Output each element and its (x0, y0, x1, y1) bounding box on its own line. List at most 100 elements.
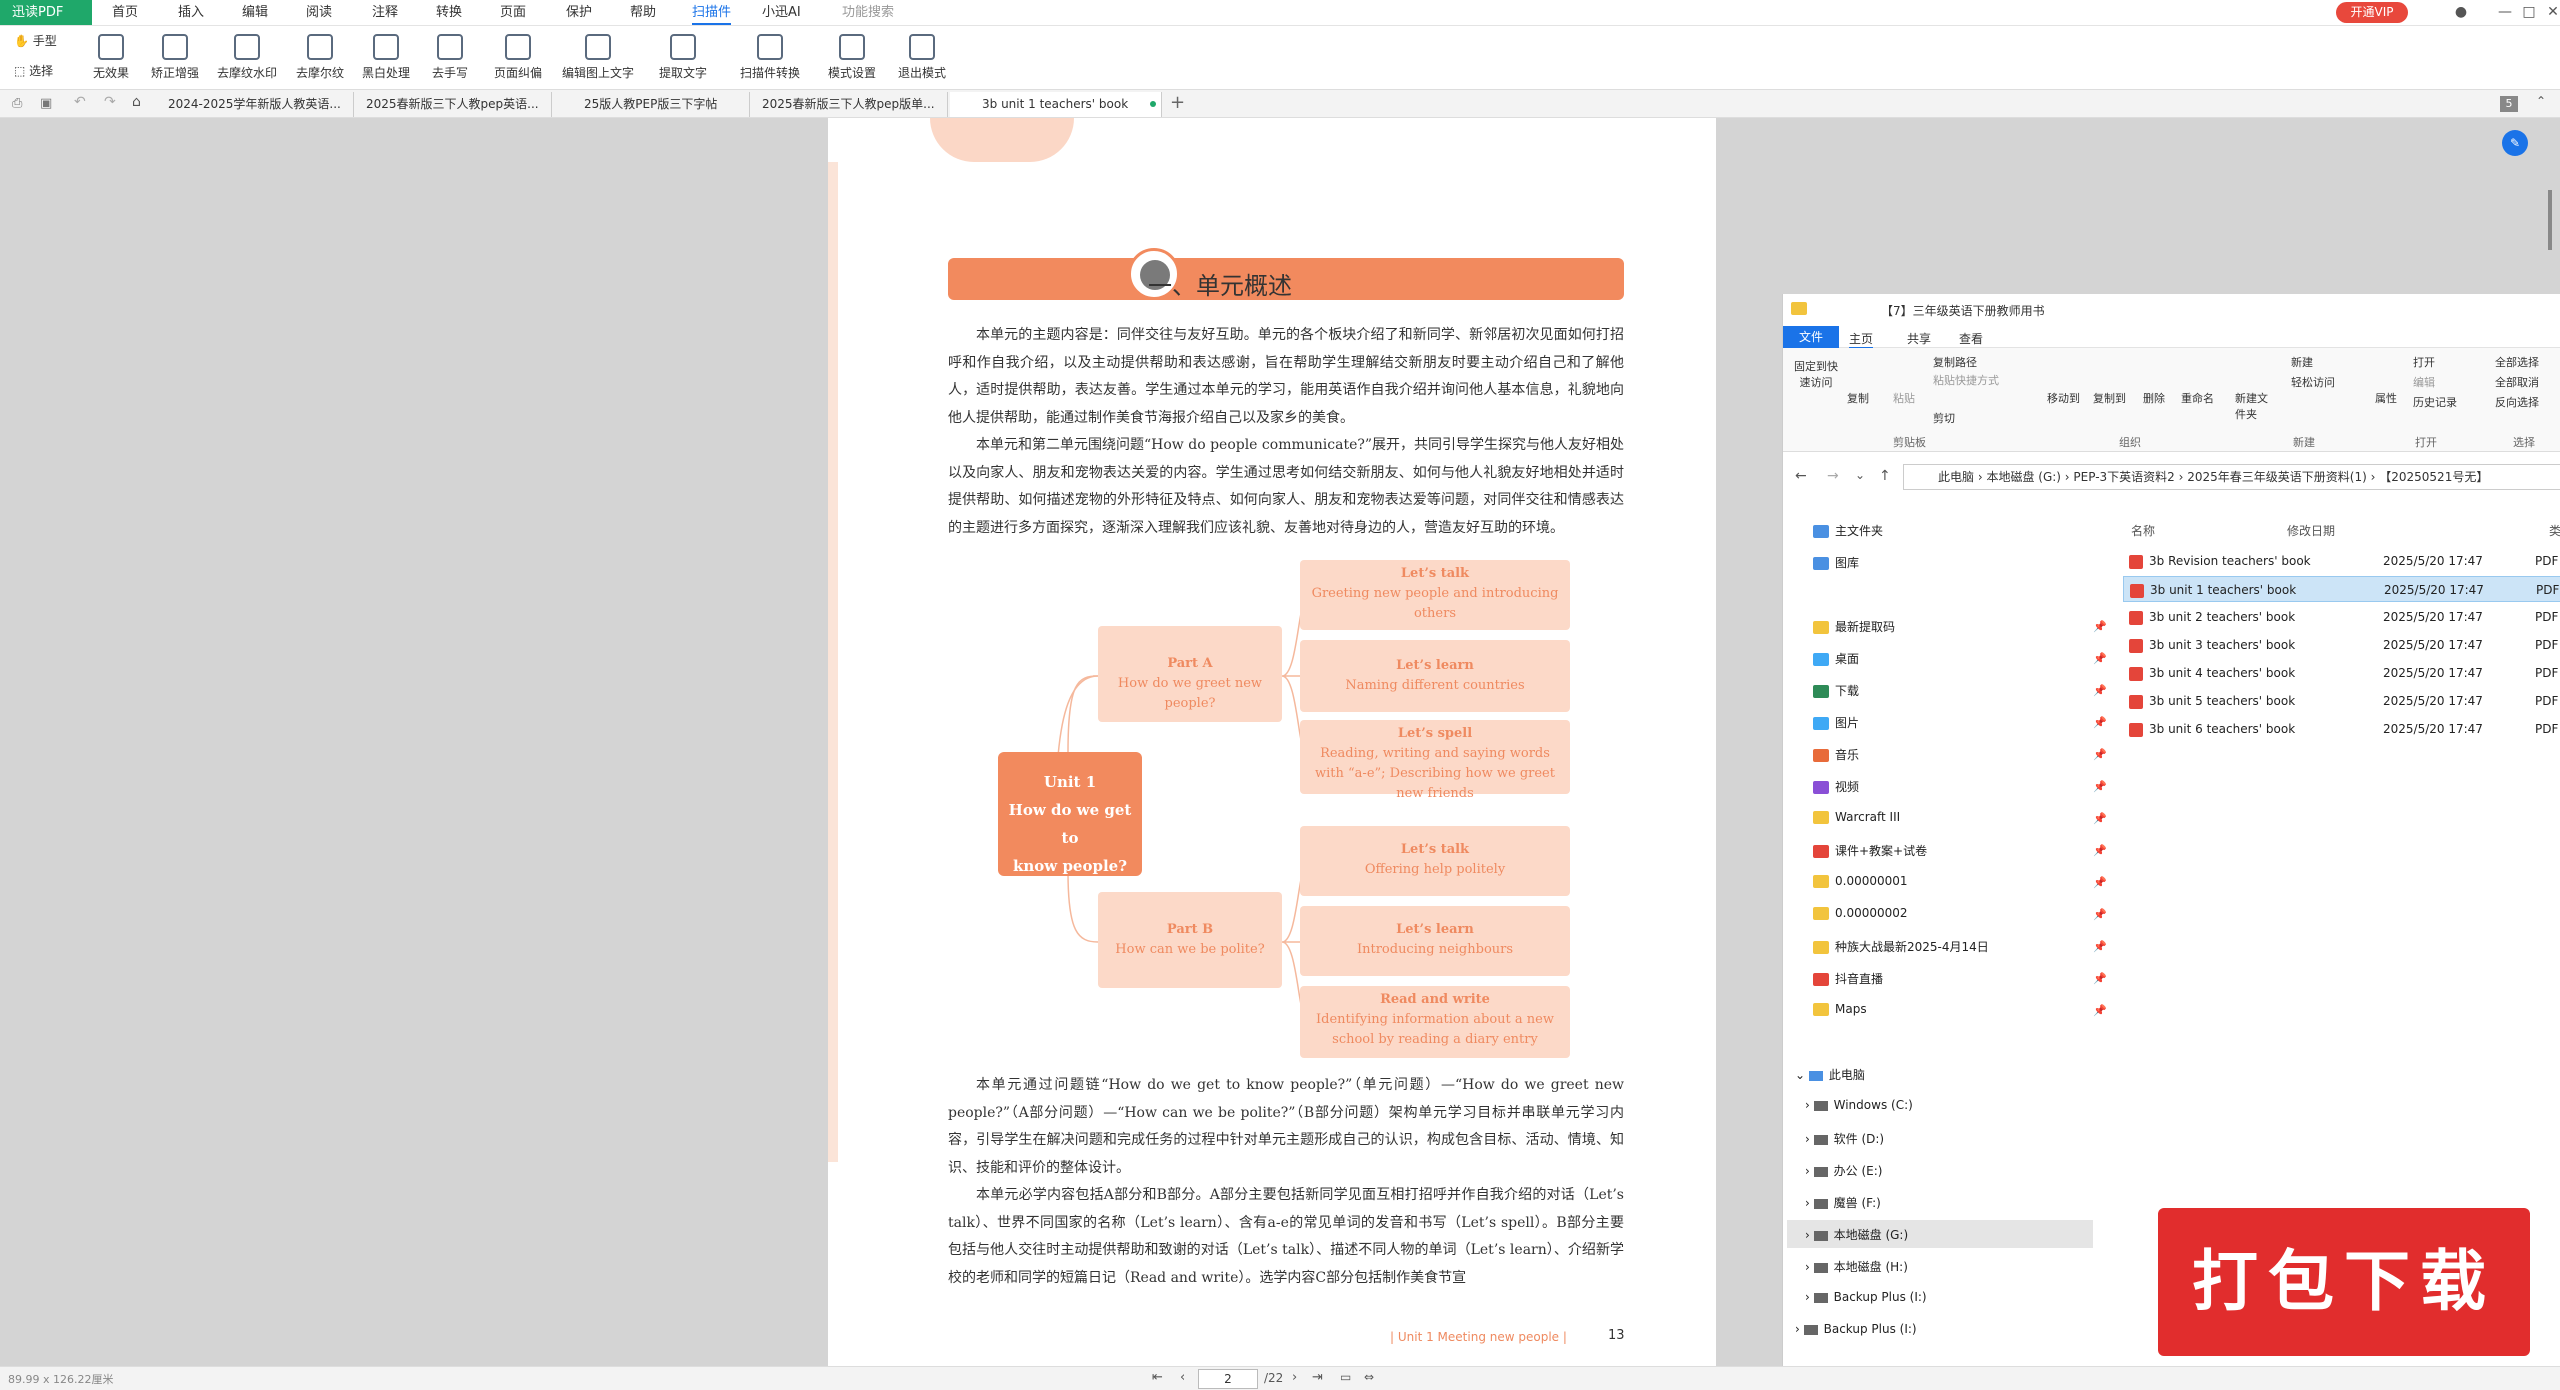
explorer-tab-view[interactable]: 查看 (1959, 330, 1983, 347)
menu-insert[interactable]: 插入 (178, 0, 204, 25)
file-row[interactable]: 3b Revision teachers' book 2025/5/20 17:4… (2123, 548, 2560, 574)
nav-item[interactable]: 最新提取码 (1813, 618, 1895, 635)
column-type[interactable]: 类型 (2549, 522, 2560, 539)
forward-icon[interactable]: → (1827, 468, 1839, 484)
history-button[interactable]: 历史记录 (2413, 394, 2457, 410)
path-segment[interactable]: 此电脑 (1938, 470, 1974, 484)
up-icon[interactable]: ↑ (1879, 468, 1891, 484)
column-name[interactable]: 名称 (2131, 522, 2155, 539)
nav-item[interactable]: Maps (1813, 1002, 1867, 1016)
file-row-selected[interactable]: 3b unit 1 teachers' book 2025/5/20 17:47 P… (2123, 576, 2560, 602)
doc-tab[interactable]: 2025春新版三下人教pep版单... (752, 92, 948, 117)
menu-protect[interactable]: 保护 (566, 0, 592, 25)
assistant-icon[interactable]: ✎ (2502, 130, 2528, 156)
close-icon[interactable]: ✕ (2538, 0, 2560, 25)
file-row[interactable]: 3b unit 3 teachers' book 2025/5/20 17:47 P… (2123, 632, 2560, 658)
undo-icon[interactable]: ↶ (74, 94, 86, 110)
pin-icon[interactable]: 📌 (2093, 1004, 2107, 1017)
mode-settings-button[interactable]: 模式设置 (824, 34, 880, 81)
nav-drive[interactable]: › 软件 (D:) (1805, 1130, 1884, 1147)
properties-button[interactable]: 属性 (2375, 390, 2397, 406)
edit-image-text-button[interactable]: 编辑图上文字 (558, 34, 638, 81)
menu-help[interactable]: 帮助 (630, 0, 656, 25)
avatar[interactable]: ● (2446, 0, 2476, 25)
nav-item[interactable]: 0.00000002 (1813, 906, 1908, 920)
nav-item[interactable]: 桌面 (1813, 650, 1859, 667)
save-icon[interactable]: ▣ (40, 96, 52, 111)
menu-page[interactable]: 页面 (500, 0, 526, 25)
nav-item[interactable]: Warcraft III (1813, 810, 1900, 824)
extract-text-button[interactable]: 提取文字 (652, 34, 714, 81)
menu-scan[interactable]: 扫描件 (692, 0, 732, 25)
pin-icon[interactable]: 📌 (2093, 972, 2107, 985)
doc-tab[interactable]: 25版人教PEP版三下字帖 (554, 92, 750, 117)
menu-annotate[interactable]: 注释 (372, 0, 398, 25)
pin-icon[interactable]: 📌 (2093, 780, 2107, 793)
tab-count-badge[interactable]: 5 (2500, 96, 2518, 112)
invert-selection-button[interactable]: 反向选择 (2495, 394, 2539, 410)
column-date[interactable]: 修改日期 (2287, 522, 2335, 539)
file-row[interactable]: 3b unit 6 teachers' book 2025/5/20 17:47 P… (2123, 716, 2560, 742)
deskew-button[interactable]: 页面纠偏 (490, 34, 546, 81)
nav-drive[interactable]: › 办公 (E:) (1805, 1162, 1882, 1179)
select-none-button[interactable]: 全部取消 (2495, 374, 2539, 390)
nav-drive[interactable]: › 本地磁盘 (H:) (1805, 1258, 1908, 1275)
select-all-button[interactable]: 全部选择 (2495, 354, 2539, 370)
pin-icon[interactable]: 📌 (2093, 748, 2107, 761)
explorer-tab-share[interactable]: 共享 (1907, 330, 1931, 347)
next-page-icon[interactable]: › (1292, 1370, 1297, 1385)
menu-read[interactable]: 阅读 (306, 0, 332, 25)
home-icon[interactable]: ⌂ (132, 94, 141, 110)
nav-item[interactable]: 下载 (1813, 682, 1859, 699)
doc-tab[interactable]: 2025春新版三下人教pep英语... (356, 92, 552, 117)
app-menu-button[interactable]: 迅读PDF (0, 0, 92, 25)
explorer-tab-file[interactable]: 文件 (1783, 326, 1839, 348)
address-bar[interactable]: 此电脑 › 本地磁盘 (G:) › PEP-3下英语资料2 › 2025年春三年… (1903, 464, 2560, 490)
pin-icon[interactable]: 📌 (2093, 876, 2107, 889)
doc-tab[interactable]: 2024-2025学年新版人教英语... (158, 92, 354, 117)
download-stamp-button[interactable]: 打包下载 (2158, 1208, 2530, 1356)
delete-button[interactable]: 删除 (2143, 390, 2165, 406)
first-page-icon[interactable]: ⇤ (1152, 1370, 1163, 1385)
nav-item[interactable]: 视频 (1813, 778, 1859, 795)
cut-button[interactable]: 剪切 (1933, 410, 1955, 426)
menu-home[interactable]: 首页 (112, 0, 138, 25)
nav-item[interactable]: 种族大战最新2025-4月14日 (1813, 938, 1989, 955)
nav-drive-selected[interactable]: › 本地磁盘 (G:) (1805, 1226, 1908, 1243)
menu-edit[interactable]: 编辑 (242, 0, 268, 25)
file-row[interactable]: 3b unit 4 teachers' book 2025/5/20 17:47 P… (2123, 660, 2560, 686)
redo-icon[interactable]: ↷ (104, 94, 116, 110)
nav-drive[interactable]: › Backup Plus (I:) (1805, 1290, 1927, 1304)
edit-button[interactable]: 编辑 (2413, 374, 2435, 390)
nav-drive[interactable]: › 魔兽 (F:) (1805, 1194, 1881, 1211)
menu-ai[interactable]: 小迅AI (762, 0, 801, 25)
pin-icon[interactable]: 📌 (2093, 844, 2107, 857)
doc-tab-active[interactable]: 3b unit 1 teachers' book (950, 92, 1162, 117)
new-folder-button[interactable]: 新建文件夹 (2235, 390, 2269, 422)
nav-item[interactable]: 主文件夹 (1813, 522, 1883, 539)
path-segment[interactable]: 【20250521号无】 (2379, 470, 2488, 484)
move-to-button[interactable]: 移动到 (2047, 390, 2080, 406)
open-button[interactable]: 打开 (2413, 354, 2435, 370)
exit-mode-button[interactable]: 退出模式 (894, 34, 950, 81)
nav-item[interactable]: 图片 (1813, 714, 1859, 731)
new-tab-icon[interactable]: + (1170, 92, 1185, 113)
rename-button[interactable]: 重命名 (2181, 390, 2214, 406)
path-segment[interactable]: 本地磁盘 (G:) (1986, 470, 2061, 484)
explorer-tab-home[interactable]: 主页 (1849, 330, 1874, 349)
nav-this-pc[interactable]: ⌄ 此电脑 (1795, 1066, 1865, 1083)
pin-icon[interactable]: 📌 (2093, 908, 2107, 921)
pin-icon[interactable]: 📌 (2093, 652, 2107, 665)
scan-convert-button[interactable]: 扫描件转换 (734, 34, 806, 81)
menu-convert[interactable]: 转换 (436, 0, 462, 25)
pin-quick-access-button[interactable]: 固定到快速访问 (1791, 358, 1841, 390)
remove-watermark-button[interactable]: 去摩纹水印 (214, 34, 280, 81)
menu-search[interactable]: 功能搜索 (842, 0, 894, 25)
path-segment[interactable]: 2025年春三年级英语下册资料(1) (2187, 470, 2367, 484)
print-icon[interactable]: ⎙ (12, 96, 22, 111)
file-row[interactable]: 3b unit 2 teachers' book 2025/5/20 17:47 P… (2123, 604, 2560, 630)
bw-button[interactable]: 黑白处理 (358, 34, 414, 81)
scrollbar-thumb[interactable] (2548, 190, 2552, 250)
pin-icon[interactable]: 📌 (2093, 812, 2107, 825)
new-item-button[interactable]: 新建 (2291, 354, 2313, 370)
